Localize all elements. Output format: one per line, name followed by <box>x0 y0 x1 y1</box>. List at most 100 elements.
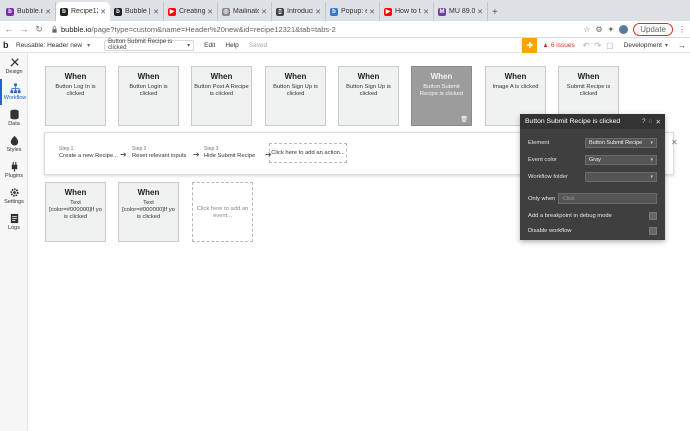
sidebar-item-settings[interactable]: Settings <box>0 183 28 209</box>
sidebar-item-plugins[interactable]: Plugins <box>0 157 28 183</box>
chevron-down-icon: ▾ <box>650 157 653 163</box>
sidebar-item-label: Styles <box>6 147 22 153</box>
element-search-dropdown[interactable]: Button Submit Recipe is clicked ▾ <box>104 39 195 51</box>
gear-icon <box>9 187 20 198</box>
page-selector[interactable]: Reusable: Header new ▾ <box>16 42 90 49</box>
event-card[interactable]: When Text [color=#000000]If yo is clicked <box>118 182 179 242</box>
add-action-button[interactable]: Click here to add an action... <box>269 143 347 163</box>
save-status: Saved <box>248 41 268 49</box>
extension-icon[interactable]: ⚙ <box>595 25 602 34</box>
add-event-label: Click here to add an event... <box>196 206 249 219</box>
undo-icon[interactable]: ↶ <box>583 41 590 50</box>
tab-favicon-icon: b <box>114 7 122 16</box>
tab-favicon-icon: b <box>6 7 14 16</box>
browser-tab[interactable]: ▶Creating a Po✕ <box>164 2 218 21</box>
event-color-value: Gray <box>589 157 601 163</box>
only-when-label: Only when <box>528 196 556 202</box>
add-event-button[interactable]: Click here to add an event... <box>192 182 253 242</box>
tab-close-icon[interactable]: ✕ <box>423 8 429 16</box>
trash-icon[interactable]: 🗑 <box>460 116 468 123</box>
edit-menu[interactable]: Edit <box>204 42 215 49</box>
event-description: Button Log In is clicked <box>55 84 96 97</box>
bubble-logo[interactable]: b <box>3 40 13 50</box>
tab-close-icon[interactable]: ✕ <box>153 8 159 16</box>
profile-avatar[interactable] <box>619 24 629 34</box>
step-arrow-icon: ➔ <box>193 150 200 159</box>
tab-close-icon[interactable]: ✕ <box>369 8 375 16</box>
browser-tab[interactable]: MMU 89.03 - 1✕ <box>434 2 488 21</box>
event-description: Button Sign Up is clicked <box>273 84 318 97</box>
tab-close-icon[interactable]: ✕ <box>100 8 106 16</box>
browser-tab[interactable]: ▯Introducing th✕ <box>272 2 326 21</box>
close-icon[interactable]: ✕ <box>656 118 661 126</box>
issues-count: 6 issues <box>550 41 575 49</box>
sidebar-item-logs[interactable]: Logs <box>0 209 28 235</box>
preview-icon[interactable]: ▢ <box>606 41 614 50</box>
step-arrow-icon: ➔ <box>120 150 127 159</box>
sidebar-item-styles[interactable]: Styles <box>0 131 28 157</box>
browser-tab[interactable]: bBubble.is Tuto✕ <box>2 2 56 21</box>
event-card[interactable]: When Text [color=#000000]If yo is clicked <box>45 182 106 242</box>
browser-tab[interactable]: bPopup: enter✕ <box>326 2 380 21</box>
element-dropdown[interactable]: Button Submit Recipe ▾ <box>585 138 657 148</box>
sidebar-item-label: Data <box>8 121 20 127</box>
back-icon[interactable]: ← <box>3 24 15 34</box>
update-button[interactable]: Update <box>633 22 673 36</box>
browser-tab[interactable]: ▶How to take a✕ <box>380 2 434 21</box>
chevron-down-icon: ▾ <box>650 174 653 180</box>
event-card[interactable]: When Button Sign Up is clicked <box>338 66 399 126</box>
tab-label: Bubble | No-c <box>125 8 151 15</box>
event-card[interactable]: When Button Sign Up is clicked <box>265 66 326 126</box>
workflow-properties-panel: Button Submit Recipe is clicked ? ◌ ✕ El… <box>520 114 665 240</box>
new-tab-button[interactable]: + <box>492 7 498 18</box>
tab-list: bBubble.is Tuto✕bRecipe12321✕bBubble | N… <box>2 0 488 21</box>
issues-indicator[interactable]: ▲ 6 issues <box>542 42 574 49</box>
bookmark-star-icon[interactable]: ☆ <box>583 25 590 34</box>
url-field[interactable]: bubble.io/page?type=custom&name=Header%2… <box>61 25 583 34</box>
workflow-step[interactable]: Step 1 Create a new Recipe... <box>59 146 118 159</box>
event-card[interactable]: When Button Submit Recipe is clicked 🗑 <box>411 66 472 126</box>
event-description: Button Login is clicked <box>129 84 168 97</box>
browser-tab[interactable]: bBubble | No-c✕ <box>110 2 164 21</box>
environment-dropdown[interactable]: Development ▾ <box>624 42 668 49</box>
puzzle-icon[interactable]: ✦ <box>608 25 615 34</box>
tab-close-icon[interactable]: ✕ <box>477 8 483 16</box>
sidebar-item-label: Plugins <box>4 173 24 179</box>
browser-tab[interactable]: ◎Mailinator✕ <box>218 2 272 21</box>
browser-menu-icon[interactable]: ⋮ <box>678 25 686 34</box>
disable-workflow-checkbox[interactable] <box>649 227 657 235</box>
event-when-label: When <box>210 72 233 81</box>
workflow-folder-dropdown[interactable]: ▾ <box>585 172 657 182</box>
event-card[interactable]: When Button Post A Recipe is clicked <box>191 66 252 126</box>
chevron-down-icon: ▾ <box>87 42 91 49</box>
browser-toolbar-icons: ☆ ⚙ ✦ Update ⋮ <box>583 22 686 36</box>
event-card[interactable]: When Button Log In is clicked <box>45 66 106 126</box>
tab-close-icon[interactable]: ✕ <box>261 8 267 16</box>
sidebar-item-data[interactable]: Data <box>0 105 28 131</box>
step-arrow-icon: ➔ <box>265 150 272 159</box>
step-number: Step 1 <box>59 146 74 152</box>
help-icon[interactable]: ? <box>642 118 646 126</box>
tab-close-icon[interactable]: ✕ <box>45 8 51 16</box>
breakpoint-checkbox[interactable] <box>649 212 657 220</box>
workflow-step[interactable]: Step 3 Hide Submit Recipe <box>204 146 255 159</box>
forward-icon[interactable]: → <box>18 24 30 34</box>
event-color-dropdown[interactable]: Gray ▾ <box>585 155 657 165</box>
browser-tab[interactable]: bRecipe12321✕ <box>56 2 110 21</box>
reload-icon[interactable]: ↻ <box>33 24 45 35</box>
event-card[interactable]: When Button Login is clicked <box>118 66 179 126</box>
sidebar-item-design[interactable]: Design <box>0 53 28 79</box>
only-when-input[interactable]: Click <box>558 193 657 204</box>
tab-close-icon[interactable]: ✕ <box>207 8 213 16</box>
steps-close-icon[interactable]: ✕ <box>671 138 678 147</box>
preview-arrow-icon[interactable]: → <box>678 41 686 50</box>
lock-icon <box>52 25 57 33</box>
sidebar-item-workflow[interactable]: Workflow <box>0 79 28 105</box>
gift-icon[interactable]: ✚ <box>522 37 538 53</box>
help-menu[interactable]: Help <box>225 42 238 49</box>
comment-icon[interactable]: ◌ <box>649 118 653 126</box>
tab-favicon-icon: ▶ <box>384 7 392 16</box>
tab-close-icon[interactable]: ✕ <box>315 8 321 16</box>
redo-icon[interactable]: ↷ <box>594 41 601 50</box>
workflow-step[interactable]: Step 2 Reset relevant inputs <box>132 146 186 159</box>
